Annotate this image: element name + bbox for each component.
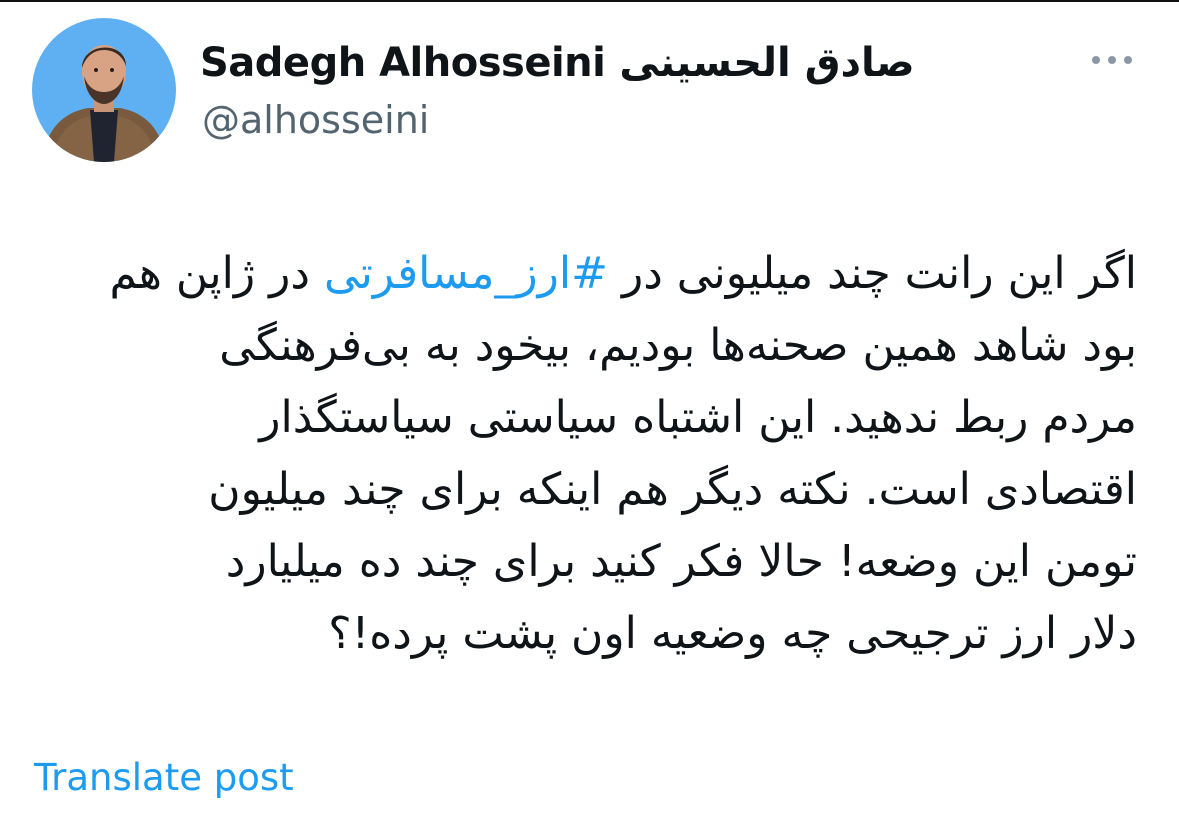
top-divider (0, 0, 1179, 2)
translate-post-link[interactable]: Translate post (34, 756, 294, 799)
tweet-card: Sadegh Alhosseini صادق الحسینی @alhossei… (0, 0, 1179, 829)
display-name[interactable]: Sadegh Alhosseini (200, 40, 606, 86)
tweet-line-4: اقتصادی است. نکته دیگر هم اینکه برای چند… (208, 464, 1137, 515)
author-name-row[interactable]: Sadegh Alhosseini صادق الحسینی (200, 30, 915, 96)
hashtag-link[interactable]: #ارز_مسافرتی (324, 248, 608, 299)
tweet-line-2: بود شاهد همین صحنه‌ها بودیم، بیخود به بی… (219, 320, 1137, 371)
author-handle[interactable]: @alhosseini (202, 98, 429, 142)
tweet-line-5: تومن این وضعه! حالا فکر کنید برای چند ده… (225, 536, 1137, 587)
tweet-body: اگر این رانت چند میلیونی در #ارز_مسافرتی… (17, 238, 1137, 670)
tweet-text-segment: اگر این رانت چند میلیونی در (607, 248, 1137, 299)
avatar[interactable] (32, 18, 176, 162)
display-name-arabic[interactable]: صادق الحسینی (619, 40, 914, 86)
tweet-line-6: دلار ارز ترجیحی چه وضعیه اون پشت پرده!؟ (328, 608, 1137, 659)
tweet-text-segment: در ژاپن هم (109, 248, 324, 299)
tweet-line-1: اگر این رانت چند میلیونی در #ارز_مسافرتی… (17, 238, 1137, 310)
profile-photo-icon (32, 18, 176, 162)
tweet-line-3: مردم ربط ندهید. این اشتباه سیاستی سیاستگ… (259, 392, 1137, 443)
ellipsis-horizontal-icon[interactable] (1088, 50, 1136, 70)
